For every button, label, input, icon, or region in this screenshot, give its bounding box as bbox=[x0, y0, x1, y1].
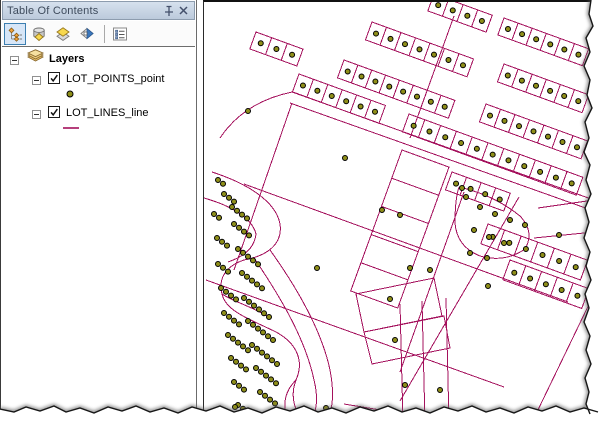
toc-toolbar bbox=[2, 21, 195, 47]
list-by-visibility-button[interactable] bbox=[52, 23, 74, 45]
visibility-icon bbox=[55, 26, 71, 42]
toolbar-separator bbox=[104, 25, 105, 43]
toc-titlebar[interactable]: Table Of Contents bbox=[2, 1, 195, 20]
lot-lines-symbol[interactable] bbox=[62, 120, 80, 136]
lot-points-collapse-box[interactable] bbox=[32, 72, 41, 88]
toc-tree: Layers LOT_POINTS_point LOT_LINES_line bbox=[2, 48, 195, 410]
list-by-source-button[interactable] bbox=[28, 23, 50, 45]
map-window[interactable] bbox=[203, 0, 595, 414]
toc-title: Table Of Contents bbox=[7, 5, 162, 17]
lot-points-checkbox[interactable] bbox=[48, 70, 60, 86]
layers-collapse-box[interactable] bbox=[10, 52, 19, 68]
point-symbol-swatch bbox=[63, 87, 77, 101]
selection-icon bbox=[79, 26, 95, 42]
lot-lines-checkbox[interactable] bbox=[48, 104, 60, 120]
line-symbol-swatch bbox=[62, 124, 80, 132]
toc-panel: Table Of Contents bbox=[0, 0, 197, 410]
lot-points-label[interactable]: LOT_POINTS_point bbox=[66, 71, 164, 87]
map-lot-points bbox=[212, 3, 581, 414]
check-icon bbox=[49, 107, 59, 117]
lot-lines-collapse-box[interactable] bbox=[32, 106, 41, 122]
close-icon[interactable] bbox=[176, 4, 190, 18]
lot-points-symbol[interactable] bbox=[63, 86, 77, 102]
lot-lines-label[interactable]: LOT_LINES_line bbox=[66, 105, 149, 121]
layers-root-label[interactable]: Layers bbox=[49, 51, 84, 67]
options-button[interactable] bbox=[109, 23, 131, 45]
map-canvas bbox=[204, 2, 595, 414]
layers-group-icon bbox=[25, 49, 46, 65]
options-list-icon bbox=[112, 26, 128, 42]
drawing-order-icon bbox=[7, 26, 23, 42]
list-by-selection-button[interactable] bbox=[76, 23, 98, 45]
pin-icon[interactable] bbox=[162, 4, 176, 18]
source-icon bbox=[31, 26, 47, 42]
list-by-drawing-order-button[interactable] bbox=[4, 23, 26, 45]
check-icon bbox=[49, 73, 59, 83]
